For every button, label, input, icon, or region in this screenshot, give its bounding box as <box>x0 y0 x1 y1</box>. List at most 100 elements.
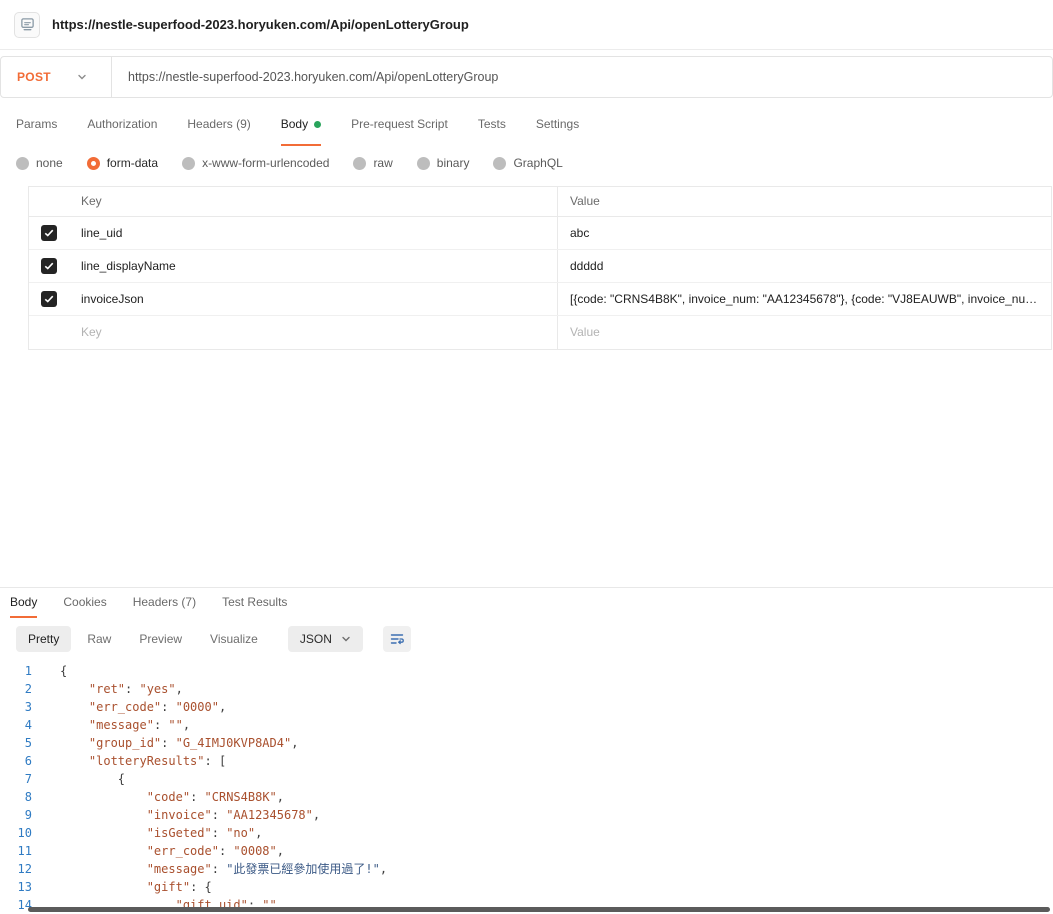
url-input[interactable]: https://nestle-superfood-2023.horyuken.c… <box>111 57 1052 97</box>
json-token: , <box>291 736 298 750</box>
body-mode-binary[interactable]: binary <box>417 156 470 170</box>
horizontal-scrollbar[interactable] <box>28 907 1050 912</box>
json-token: "group_id" <box>89 736 161 750</box>
body-mode-raw[interactable]: raw <box>353 156 392 170</box>
json-token: : <box>212 862 226 876</box>
line-number: 8 <box>0 788 46 806</box>
radio-icon <box>87 157 100 170</box>
json-token: "no" <box>226 826 255 840</box>
code-line: 4 "message": "", <box>0 716 1053 734</box>
request-tab-pre-request-script[interactable]: Pre-request Script <box>351 104 448 146</box>
body-mode-x-www-form-urlencoded[interactable]: x-www-form-urlencoded <box>182 156 329 170</box>
key-cell[interactable]: line_displayName <box>69 250 558 282</box>
response-tabs: Body Cookies Headers (7) Test Results <box>0 588 1053 618</box>
line-number: 2 <box>0 680 46 698</box>
code-line: 5 "group_id": "G_4IMJ0KVP8AD4", <box>0 734 1053 752</box>
mode-label: raw <box>373 156 392 170</box>
body-mode-selector: none form-data x-www-form-urlencoded raw bin… <box>0 146 1053 182</box>
json-token: "yes" <box>139 682 175 696</box>
json-token <box>60 808 147 822</box>
response-tab-headers-7[interactable]: Headers (7) <box>133 588 196 618</box>
line-number: 1 <box>0 662 46 680</box>
code-line: 13 "gift": { <box>0 878 1053 896</box>
line-content: "lotteryResults": [ <box>46 752 226 770</box>
unsaved-changes-dot <box>314 121 321 128</box>
request-tab-settings[interactable]: Settings <box>536 104 579 146</box>
mode-label: x-www-form-urlencoded <box>202 156 329 170</box>
body-mode-graphql[interactable]: GraphQL <box>493 156 562 170</box>
checkbox-cell <box>29 316 69 349</box>
value-cell[interactable]: ddddd <box>558 250 1051 282</box>
json-token <box>60 736 89 750</box>
response-tab-body[interactable]: Body <box>10 588 37 618</box>
body-mode-none[interactable]: none <box>16 156 63 170</box>
row-checkbox[interactable] <box>41 291 57 307</box>
value-cell-placeholder[interactable]: Value <box>558 316 1051 349</box>
json-token: "invoice" <box>147 808 212 822</box>
radio-icon <box>182 157 195 170</box>
form-data-row: invoiceJson[{code: "CRNS4B8K", invoice_n… <box>29 283 1051 316</box>
key-cell[interactable]: invoiceJson <box>69 283 558 315</box>
json-token: , <box>380 862 387 876</box>
response-panel: Body Cookies Headers (7) Test Results Prett… <box>0 587 1053 914</box>
tab-label: Authorization <box>87 117 157 131</box>
json-token: : <box>212 826 226 840</box>
json-token <box>60 862 147 876</box>
form-data-table: Key Value line_uidabcline_displayNameddd… <box>28 186 1052 350</box>
line-content: "isGeted": "no", <box>46 824 262 842</box>
json-token <box>60 754 89 768</box>
format-select[interactable]: JSON <box>288 626 363 652</box>
value-cell[interactable]: [{code: "CRNS4B8K", invoice_num: "AA1234… <box>558 283 1051 315</box>
key-cell-placeholder[interactable]: Key <box>69 316 558 349</box>
row-checkbox[interactable] <box>41 225 57 241</box>
line-number: 7 <box>0 770 46 788</box>
json-token: "gift" <box>147 880 190 894</box>
json-token: "" <box>168 718 182 732</box>
wrap-lines-icon <box>389 631 405 647</box>
json-token: "G_4IMJ0KVP8AD4" <box>176 736 292 750</box>
request-tab-body[interactable]: Body <box>281 104 321 146</box>
view-mode-preview[interactable]: Preview <box>127 626 194 652</box>
view-mode-visualize[interactable]: Visualize <box>198 626 270 652</box>
response-tab-cookies[interactable]: Cookies <box>63 588 106 618</box>
view-mode-raw[interactable]: Raw <box>75 626 123 652</box>
json-token: "code" <box>147 790 190 804</box>
method-label: POST <box>17 70 51 84</box>
json-token: "ret" <box>89 682 125 696</box>
request-title-url: https://nestle-superfood-2023.horyuken.c… <box>52 17 469 32</box>
view-mode-pretty[interactable]: Pretty <box>16 626 71 652</box>
check-icon <box>44 228 54 238</box>
checkbox-cell <box>29 250 69 282</box>
check-icon <box>44 294 54 304</box>
radio-icon <box>353 157 366 170</box>
view-mode-group: PrettyRawPreviewVisualize <box>16 626 270 652</box>
json-token: "AA12345678" <box>226 808 313 822</box>
response-body-json: 1{2 "ret": "yes",3 "err_code": "0000",4 … <box>0 658 1053 914</box>
line-content: "message": "此發票已經參加使用過了!", <box>46 860 387 878</box>
wrap-lines-button[interactable] <box>383 626 411 652</box>
json-token: : <box>161 736 175 750</box>
request-tab-headers-9[interactable]: Headers (9) <box>187 104 250 146</box>
mode-label: GraphQL <box>513 156 562 170</box>
json-token: "err_code" <box>147 844 219 858</box>
form-data-row: line_displayNameddddd <box>29 250 1051 283</box>
json-token: , <box>277 790 284 804</box>
json-token: : <box>154 718 168 732</box>
request-tab-authorization[interactable]: Authorization <box>87 104 157 146</box>
json-token: , <box>313 808 320 822</box>
value-cell[interactable]: abc <box>558 217 1051 249</box>
json-token: : <box>190 790 204 804</box>
row-checkbox[interactable] <box>41 258 57 274</box>
request-icon <box>14 12 40 38</box>
json-token <box>60 826 147 840</box>
method-select[interactable]: POST <box>1 57 111 97</box>
json-token: : <box>212 808 226 822</box>
line-number: 9 <box>0 806 46 824</box>
key-cell[interactable]: line_uid <box>69 217 558 249</box>
json-token: "0008" <box>233 844 276 858</box>
request-tab-params[interactable]: Params <box>16 104 57 146</box>
form-data-row: line_uidabc <box>29 217 1051 250</box>
request-tab-tests[interactable]: Tests <box>478 104 506 146</box>
body-mode-form-data[interactable]: form-data <box>87 156 158 170</box>
response-tab-test-results[interactable]: Test Results <box>222 588 287 618</box>
